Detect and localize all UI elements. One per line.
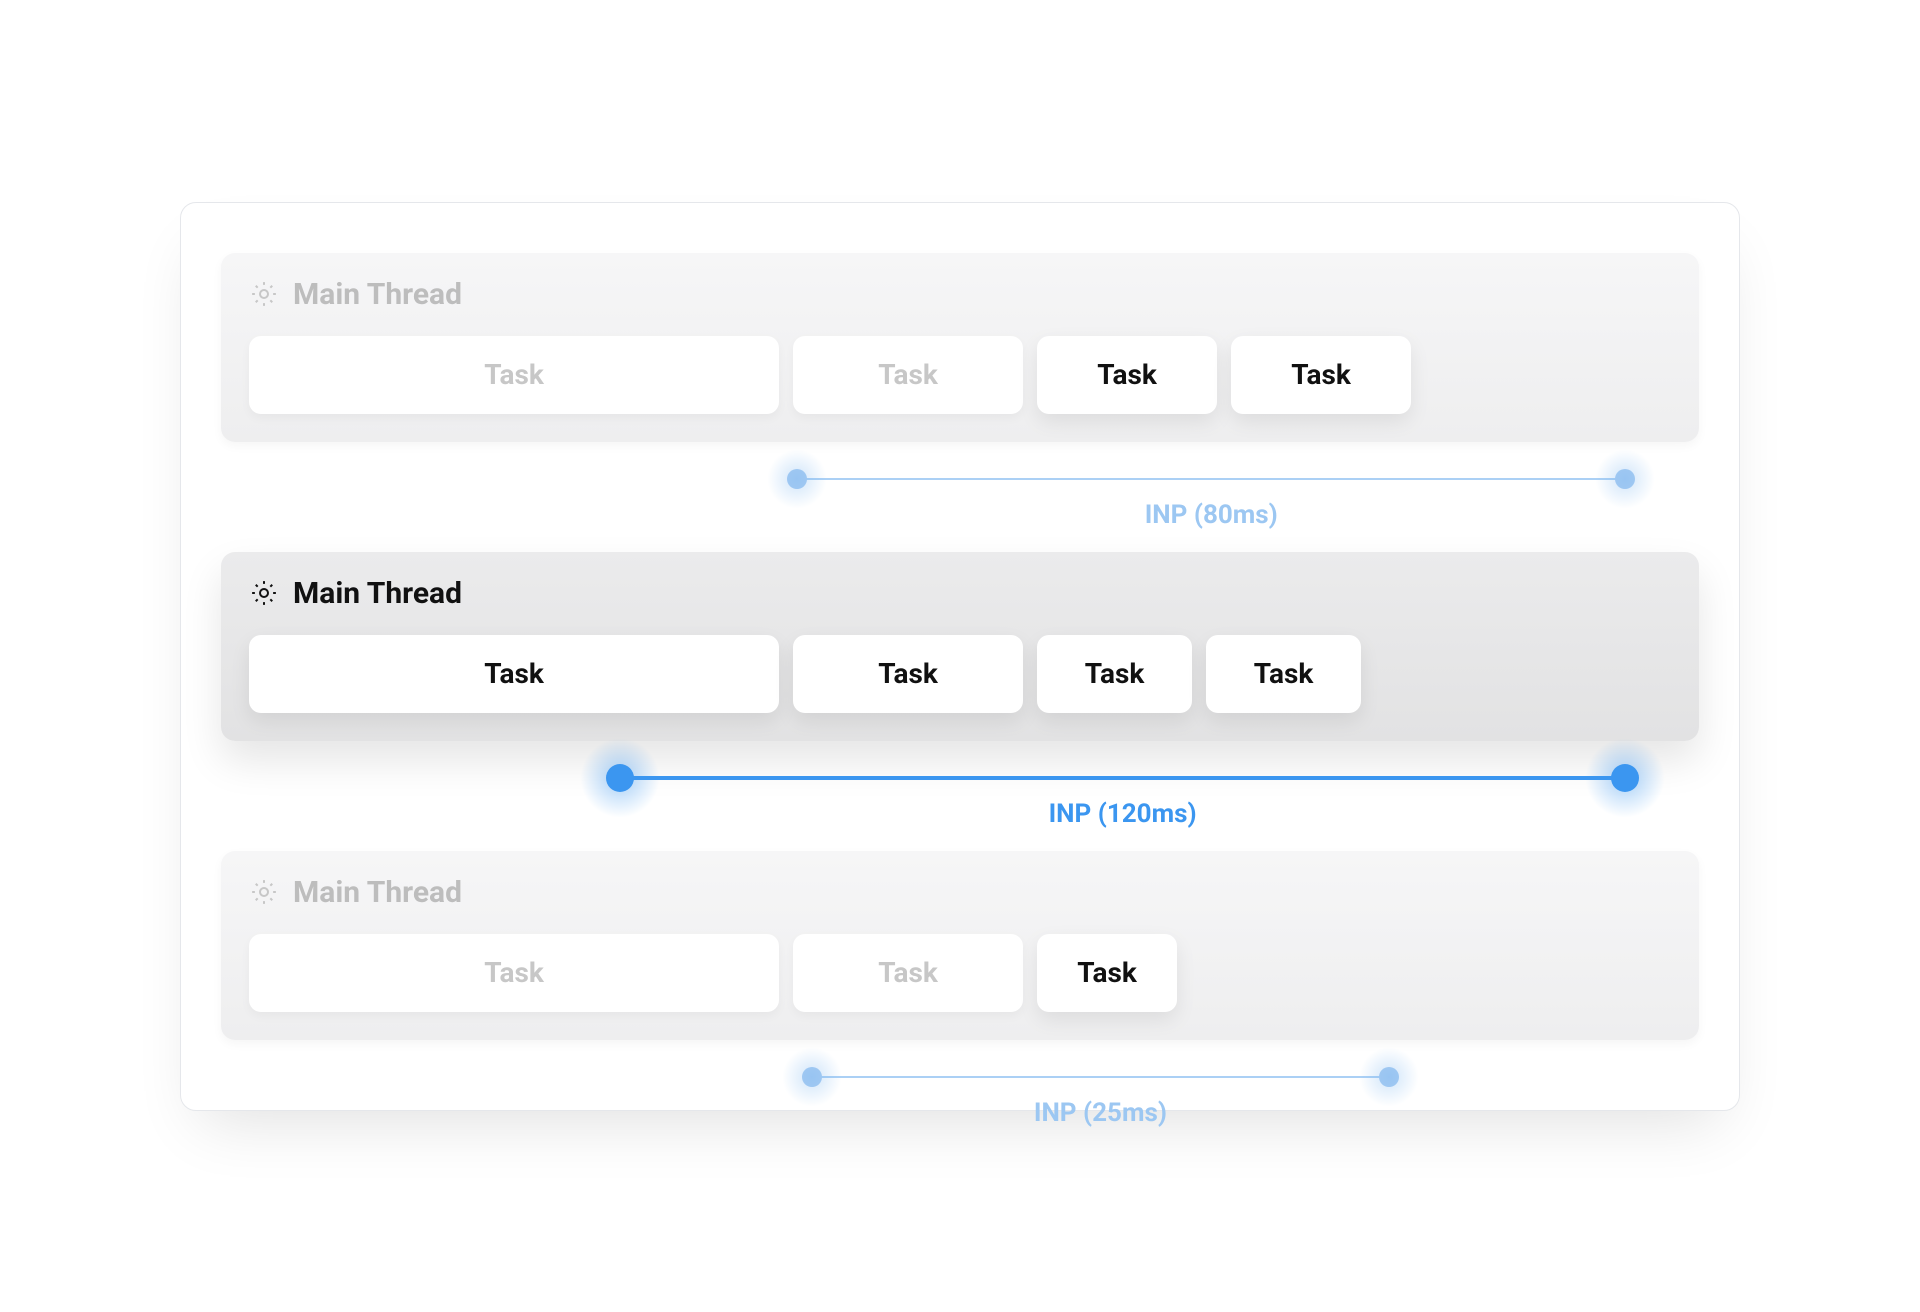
task-block: Task bbox=[793, 336, 1023, 414]
inp-label: INP (25ms) bbox=[1034, 1098, 1167, 1128]
task-block: Task bbox=[249, 635, 779, 713]
inp-start-dot bbox=[802, 1067, 822, 1087]
inp-indicator: INP (120ms) bbox=[221, 759, 1699, 819]
main-thread-panel: Main ThreadTaskTaskTask bbox=[221, 851, 1699, 1040]
panel-title: Main Thread bbox=[293, 875, 462, 910]
gear-icon bbox=[249, 578, 279, 608]
gear-icon bbox=[249, 279, 279, 309]
task-block: Task bbox=[249, 934, 779, 1012]
task-track: TaskTaskTaskTask bbox=[249, 635, 1671, 713]
task-track: TaskTaskTaskTask bbox=[249, 336, 1671, 414]
inp-label: INP (120ms) bbox=[1049, 799, 1197, 829]
inp-start-dot bbox=[606, 764, 634, 792]
inp-indicator: INP (25ms) bbox=[221, 1058, 1699, 1118]
inp-end-dot bbox=[1615, 469, 1635, 489]
inp-label: INP (80ms) bbox=[1145, 500, 1278, 530]
inp-line bbox=[620, 776, 1625, 780]
task-block: Task bbox=[1037, 336, 1217, 414]
task-block: Task bbox=[1231, 336, 1411, 414]
inp-start-dot bbox=[787, 469, 807, 489]
panel-header: Main Thread bbox=[249, 277, 1671, 312]
task-track: TaskTaskTask bbox=[249, 934, 1671, 1012]
inp-line bbox=[797, 478, 1625, 480]
thread-sample: Main ThreadTaskTaskTaskINP (25ms) bbox=[221, 851, 1699, 1040]
gear-icon bbox=[249, 877, 279, 907]
panel-header: Main Thread bbox=[249, 576, 1671, 611]
panel-header: Main Thread bbox=[249, 875, 1671, 910]
main-thread-panel: Main ThreadTaskTaskTaskTask bbox=[221, 253, 1699, 442]
task-block: Task bbox=[1037, 635, 1192, 713]
task-block: Task bbox=[1037, 934, 1177, 1012]
inp-end-dot bbox=[1379, 1067, 1399, 1087]
task-block: Task bbox=[249, 336, 779, 414]
inp-indicator: INP (80ms) bbox=[221, 460, 1699, 520]
inp-line bbox=[812, 1076, 1388, 1078]
task-block: Task bbox=[793, 934, 1023, 1012]
thread-sample: Main ThreadTaskTaskTaskTaskINP (120ms) bbox=[221, 552, 1699, 741]
diagram-frame: Main ThreadTaskTaskTaskTaskINP (80ms) Ma… bbox=[180, 202, 1740, 1111]
main-thread-panel: Main ThreadTaskTaskTaskTask bbox=[221, 552, 1699, 741]
thread-sample: Main ThreadTaskTaskTaskTaskINP (80ms) bbox=[221, 253, 1699, 442]
panel-title: Main Thread bbox=[293, 576, 462, 611]
panel-title: Main Thread bbox=[293, 277, 462, 312]
inp-end-dot bbox=[1611, 764, 1639, 792]
task-block: Task bbox=[1206, 635, 1361, 713]
task-block: Task bbox=[793, 635, 1023, 713]
